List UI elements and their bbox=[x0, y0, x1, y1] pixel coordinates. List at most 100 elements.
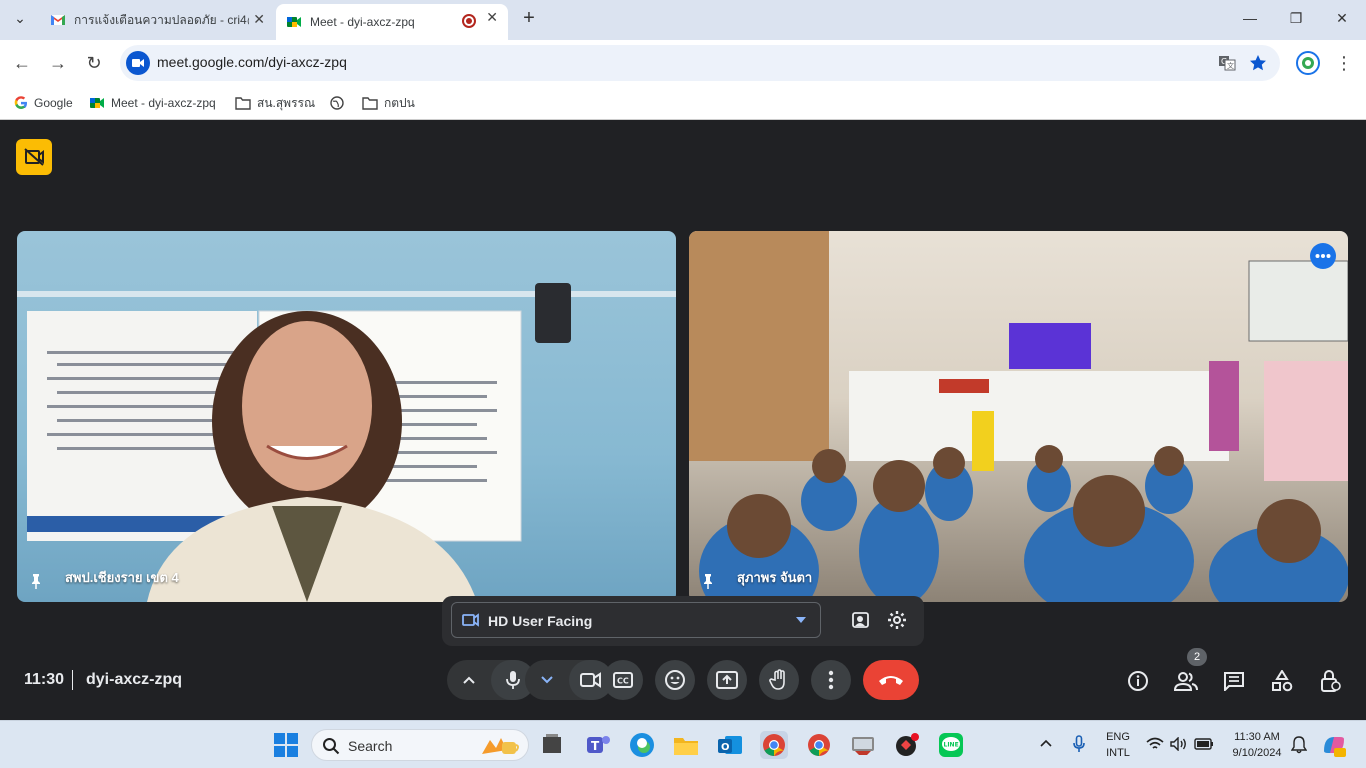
emoji-reactions-button[interactable] bbox=[655, 660, 695, 700]
remote-desktop-icon[interactable] bbox=[849, 731, 877, 759]
bookmark-folder[interactable]: กตปน bbox=[362, 93, 415, 113]
activities-button[interactable] bbox=[1269, 668, 1295, 694]
tab-gmail[interactable]: การแจ้งเตือนความปลอดภัย - cri4@ ✕ bbox=[40, 6, 275, 34]
address-bar[interactable]: meet.google.com/dyi-axcz-zpq G文 bbox=[120, 45, 1280, 81]
meet-icon bbox=[89, 96, 105, 110]
participant-name: สพป.เชียงราย เขต 4 bbox=[65, 570, 179, 585]
new-tab-icon[interactable]: + bbox=[519, 7, 539, 29]
bookmark-google[interactable]: Google bbox=[14, 93, 73, 113]
svg-text:O: O bbox=[721, 742, 730, 753]
back-icon[interactable]: ← bbox=[11, 52, 33, 74]
pin-icon[interactable] bbox=[699, 572, 717, 590]
audio-control-group bbox=[447, 660, 535, 700]
language-indicator[interactable]: ENG bbox=[1104, 731, 1132, 743]
more-options-icon[interactable] bbox=[1310, 243, 1336, 269]
participant-tile[interactable]: สุภาพร จันตา bbox=[689, 231, 1348, 602]
browser-tab-strip: ⌄ การแจ้งเตือนความปลอดภัย - cri4@ ✕ Meet… bbox=[0, 0, 1366, 40]
meeting-details-button[interactable] bbox=[1125, 668, 1151, 694]
chrome-profile-icon[interactable] bbox=[805, 731, 833, 759]
svg-text:CC: CC bbox=[617, 677, 629, 686]
battery-icon[interactable] bbox=[1194, 737, 1214, 751]
task-view-icon[interactable] bbox=[538, 731, 566, 759]
dropdown-arrow-icon bbox=[796, 617, 806, 623]
gmail-icon bbox=[50, 12, 66, 28]
bookmark-star-icon[interactable] bbox=[1248, 53, 1268, 73]
videocam-icon bbox=[462, 613, 480, 627]
microphone-icon[interactable] bbox=[1072, 735, 1086, 753]
windows-taskbar: Search T O LINE ENG INTL 11:30 AM 9/10/2… bbox=[0, 720, 1366, 768]
meeting-code: dyi-axcz-zpq bbox=[86, 671, 183, 688]
camera-select[interactable]: HD User Facing bbox=[451, 602, 821, 638]
bookmark-folder[interactable]: สน.สุพรรณ bbox=[235, 93, 315, 113]
close-tab-icon[interactable]: ✕ bbox=[486, 9, 498, 26]
site-info-icon[interactable] bbox=[126, 51, 150, 75]
bookmarks-bar: Google Meet - dyi-axcz-zpq สน.สุพรรณ กตป… bbox=[0, 86, 1366, 120]
file-explorer-icon[interactable] bbox=[672, 731, 700, 759]
notification-icon[interactable] bbox=[1291, 736, 1307, 754]
tab-search-icon[interactable]: ⌄ bbox=[10, 10, 30, 30]
forward-icon[interactable]: → bbox=[47, 52, 69, 74]
volume-icon[interactable] bbox=[1170, 737, 1188, 751]
app-notification-icon[interactable] bbox=[893, 731, 921, 759]
video-options-button[interactable] bbox=[525, 660, 569, 700]
teams-icon[interactable]: T bbox=[584, 731, 612, 759]
tab-title: Meet - dyi-axcz-zpq bbox=[310, 15, 415, 29]
search-label: Search bbox=[348, 738, 393, 754]
keyboard-layout: INTL bbox=[1106, 747, 1130, 759]
svg-text:LINE: LINE bbox=[944, 742, 959, 749]
chrome-icon[interactable] bbox=[760, 731, 788, 759]
leave-call-button[interactable] bbox=[863, 660, 919, 700]
people-button[interactable] bbox=[1173, 668, 1199, 694]
taskbar-search[interactable]: Search bbox=[311, 729, 529, 761]
copilot-icon[interactable] bbox=[1320, 731, 1348, 759]
participant-tile[interactable]: สพป.เชียงราย เขต 4 bbox=[17, 231, 676, 602]
edge-icon[interactable] bbox=[628, 731, 656, 759]
wifi-icon[interactable] bbox=[1146, 737, 1164, 751]
visual-effects-icon[interactable] bbox=[851, 610, 871, 630]
bookmark-meet[interactable]: Meet - dyi-axcz-zpq bbox=[89, 93, 216, 113]
restore-icon[interactable]: ❐ bbox=[1286, 10, 1306, 30]
windows-start-icon[interactable] bbox=[274, 733, 298, 757]
chrome-menu-icon[interactable]: ⋮ bbox=[1333, 52, 1355, 74]
video-control-group bbox=[525, 660, 613, 700]
bookmark-label: Meet - dyi-axcz-zpq bbox=[111, 96, 216, 110]
minimize-icon[interactable]: — bbox=[1240, 10, 1260, 30]
url-text: meet.google.com/dyi-axcz-zpq bbox=[157, 54, 347, 70]
divider bbox=[72, 670, 73, 690]
close-tab-icon[interactable]: ✕ bbox=[253, 11, 265, 28]
browser-toolbar: ← → ↻ meet.google.com/dyi-axcz-zpq G文 ⋮ bbox=[0, 40, 1366, 86]
clock-date[interactable]: 9/10/2024 bbox=[1222, 747, 1292, 759]
meeting-time: 11:30 bbox=[24, 671, 65, 688]
bookmark-label: Google bbox=[34, 96, 73, 110]
show-hidden-icons-icon[interactable] bbox=[1040, 739, 1052, 747]
close-window-icon[interactable]: ✕ bbox=[1332, 10, 1352, 30]
outlook-icon[interactable]: O bbox=[716, 731, 744, 759]
reload-icon[interactable]: ↻ bbox=[83, 52, 105, 74]
bookmark-label: สน.สุพรรณ bbox=[257, 95, 316, 110]
settings-gear-icon[interactable] bbox=[887, 610, 907, 630]
google-icon bbox=[14, 96, 28, 110]
more-options-button[interactable] bbox=[811, 660, 851, 700]
audio-options-button[interactable] bbox=[447, 660, 491, 700]
host-controls-button[interactable] bbox=[1317, 668, 1343, 694]
tab-meet[interactable]: Meet - dyi-axcz-zpq ✕ bbox=[276, 4, 508, 40]
people-count-badge: 2 bbox=[1187, 648, 1207, 666]
meet-icon bbox=[286, 14, 302, 30]
clock-time[interactable]: 11:30 AM bbox=[1222, 731, 1292, 743]
line-app-icon[interactable]: LINE bbox=[937, 731, 965, 759]
participant-name: สุภาพร จันตา bbox=[737, 570, 813, 585]
pin-icon[interactable] bbox=[27, 572, 45, 590]
profile-avatar[interactable] bbox=[1296, 51, 1320, 75]
participant-video bbox=[17, 283, 676, 602]
raise-hand-button[interactable] bbox=[759, 660, 799, 700]
chat-button[interactable] bbox=[1221, 668, 1247, 694]
captions-button[interactable]: CC bbox=[603, 660, 643, 700]
folder-icon bbox=[362, 96, 378, 110]
translate-icon[interactable]: G文 bbox=[1218, 54, 1236, 72]
search-icon bbox=[322, 737, 340, 755]
present-screen-button[interactable] bbox=[707, 660, 747, 700]
recording-icon bbox=[462, 14, 476, 28]
participant-video bbox=[689, 231, 1348, 602]
folder-icon bbox=[235, 96, 251, 110]
bookmark-globe[interactable] bbox=[330, 93, 350, 113]
